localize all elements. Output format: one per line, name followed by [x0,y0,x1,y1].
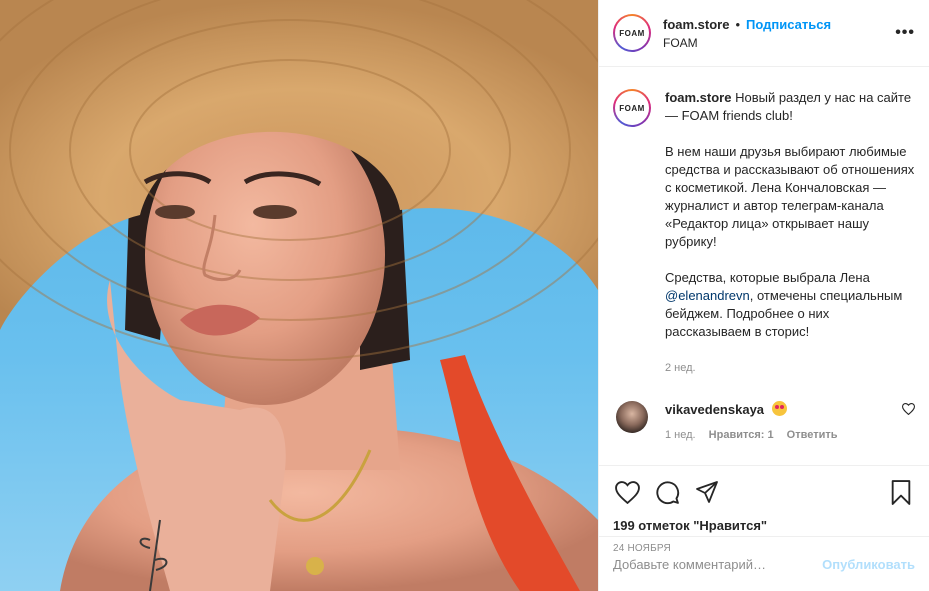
header-location[interactable]: FOAM [663,36,895,50]
caption-time: 2 нед. [665,362,696,374]
avatar-logo-text: FOAM [619,28,645,38]
heart-icon[interactable] [613,478,641,506]
avatar-logo-text: FOAM [619,103,645,113]
avatar[interactable]: FOAM [613,14,651,52]
mention-link[interactable]: @elenandrevn [665,288,750,303]
follow-button[interactable]: Подписаться [746,17,831,32]
instagram-post: FOAM foam.store • Подписаться FOAM ••• F… [0,0,929,591]
comment-like-heart-icon[interactable] [902,403,915,415]
separator-dot: • [735,16,741,32]
share-icon[interactable] [693,478,721,506]
header-text: foam.store • Подписаться FOAM [663,17,895,50]
caption-paragraph-3a: Средства, которые выбрала Лена [665,270,870,285]
post-photo-illustration [0,0,598,591]
comment-time: 1 нед. [665,429,696,441]
post-sidebar: FOAM foam.store • Подписаться FOAM ••• F… [598,0,929,591]
comment-icon[interactable] [653,478,681,506]
comment-item: vikavedenskaya 1 нед. Нравится: 1 Ответи… [613,401,915,441]
comments-area: FOAM foam.store Новый раздел у нас на са… [599,67,929,465]
caption-body: foam.store Новый раздел у нас на сайте —… [665,89,915,377]
post-header: FOAM foam.store • Подписаться FOAM ••• [599,0,929,67]
caption-username[interactable]: foam.store [665,90,731,105]
more-options-icon[interactable]: ••• [895,24,915,42]
comment-username[interactable]: vikavedenskaya [665,402,764,417]
action-icons [613,476,915,508]
bookmark-icon[interactable] [887,478,915,506]
likes-count[interactable]: 199 отметок "Нравится" [613,518,915,533]
header-username[interactable]: foam.store [663,17,729,32]
comment-input[interactable] [613,556,823,572]
caption-paragraph-2: В нем наши друзья выбирают любимые средс… [665,144,915,249]
caption-avatar[interactable]: FOAM [613,89,651,127]
post-photo[interactable] [0,0,598,591]
commenter-avatar[interactable] [616,401,648,433]
reply-button[interactable]: Ответить [787,429,838,441]
post-caption: FOAM foam.store Новый раздел у нас на са… [613,89,915,377]
comment-meta: 1 нед. Нравится: 1 Ответить [665,429,915,441]
publish-button[interactable]: Опубликовать [822,557,915,572]
comment-likes[interactable]: Нравится: 1 [709,429,774,441]
add-comment-bar: Опубликовать [599,536,929,591]
heart-eyes-emoji-icon [771,401,787,416]
